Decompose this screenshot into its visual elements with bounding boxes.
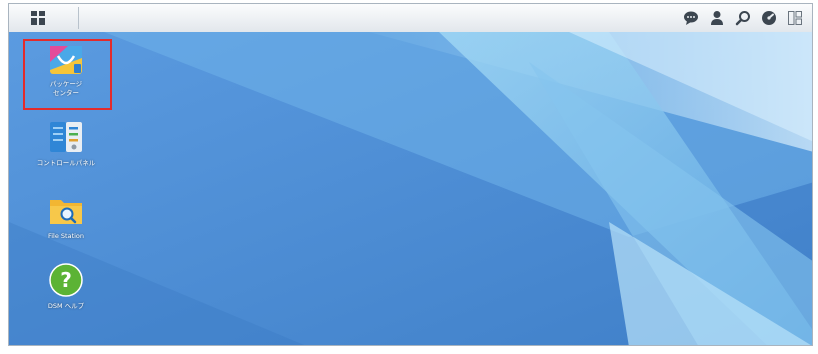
highlight-box bbox=[23, 39, 112, 110]
search-icon bbox=[735, 10, 750, 25]
shortcut-dsm-help[interactable]: ? DSM ヘルプ bbox=[22, 262, 110, 311]
main-menu-button[interactable] bbox=[9, 4, 67, 31]
notifications-button[interactable] bbox=[682, 9, 700, 27]
taskbar-divider bbox=[78, 7, 79, 29]
dsm-window: パッケージ センター コントロールパネル File Station ? DSM … bbox=[8, 3, 813, 346]
shortcut-label: DSM ヘルプ bbox=[47, 302, 85, 310]
taskbar-tray bbox=[682, 4, 804, 31]
control-panel-icon bbox=[50, 122, 82, 152]
folder-search-icon bbox=[50, 200, 82, 224]
shortcut-label: コントロールパネル bbox=[36, 159, 96, 167]
widgets-icon bbox=[788, 10, 802, 25]
shortcut-control-panel[interactable]: コントロールパネル bbox=[22, 119, 110, 168]
help-icon: ? bbox=[49, 263, 83, 297]
user-icon bbox=[711, 10, 723, 25]
desktop: パッケージ センター コントロールパネル File Station ? DSM … bbox=[9, 32, 812, 345]
shortcut-file-station[interactable]: File Station bbox=[22, 192, 110, 241]
pilot-view-button[interactable] bbox=[760, 9, 778, 27]
desktop-wallpaper bbox=[9, 32, 812, 345]
chat-bubble-icon bbox=[684, 11, 698, 25]
grid-menu-icon bbox=[31, 10, 45, 25]
search-button[interactable] bbox=[734, 9, 752, 27]
shortcut-label: File Station bbox=[47, 232, 85, 240]
taskbar bbox=[9, 4, 812, 33]
widgets-button[interactable] bbox=[786, 9, 804, 27]
dashboard-icon bbox=[762, 10, 776, 25]
svg-text:?: ? bbox=[60, 268, 72, 292]
user-button[interactable] bbox=[708, 9, 726, 27]
